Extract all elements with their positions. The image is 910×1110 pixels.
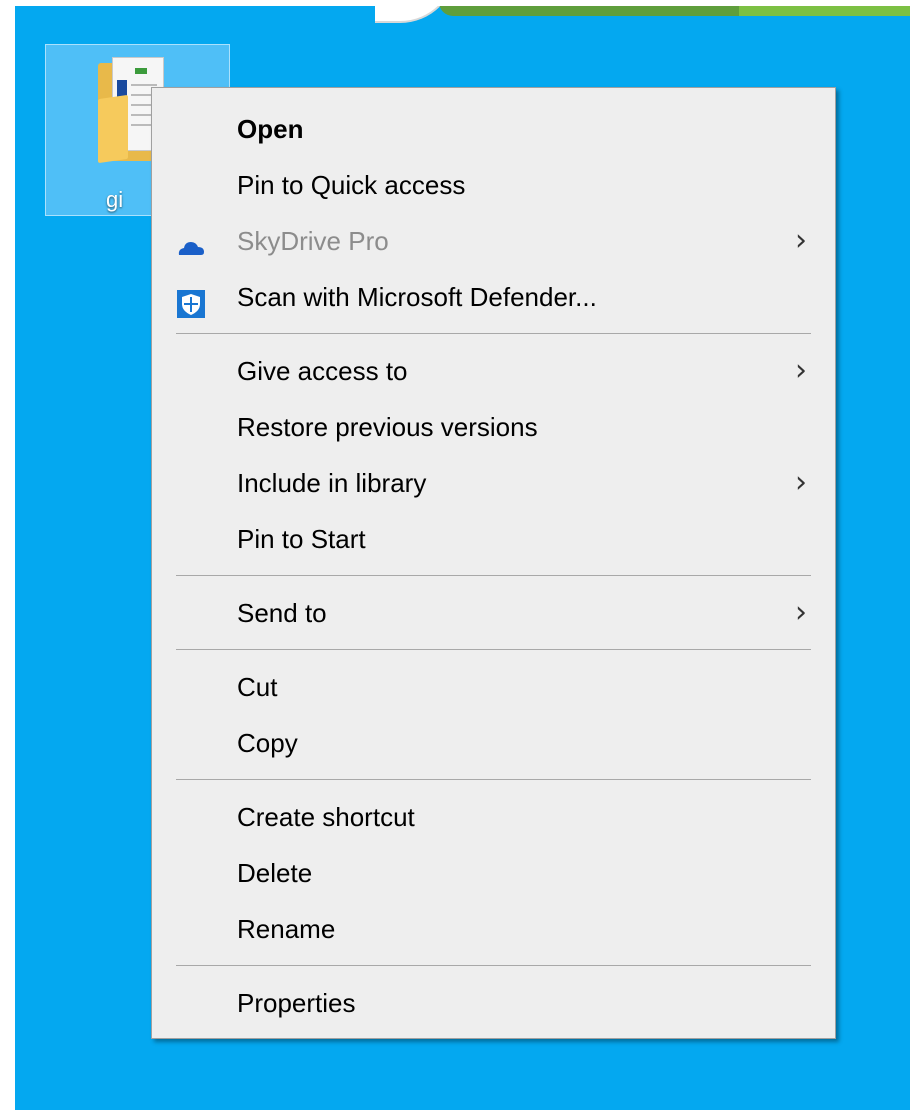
menu-separator (176, 649, 811, 650)
menu-separator (176, 965, 811, 966)
menu-item-label: Properties (237, 988, 356, 1018)
menu-separator (176, 779, 811, 780)
menu-item-label: Include in library (237, 468, 427, 498)
menu-item-label: Create shortcut (237, 802, 415, 832)
menu-item-label: Pin to Start (237, 524, 366, 554)
chevron-right-icon: › (795, 465, 807, 500)
menu-item-rename[interactable]: Rename (152, 901, 835, 957)
menu-item-label: Send to (237, 598, 327, 628)
menu-item-scan-defender[interactable]: Scan with Microsoft Defender... (152, 269, 835, 325)
menu-item-label: Rename (237, 914, 336, 944)
menu-item-pin-quick-access[interactable]: Pin to Quick access (152, 157, 835, 213)
menu-item-pin-start[interactable]: Pin to Start (152, 511, 835, 567)
folder-label: gi (106, 187, 124, 212)
menu-item-label: SkyDrive Pro (237, 226, 389, 256)
menu-item-label: Delete (237, 858, 313, 888)
wallpaper-accent (439, 6, 910, 16)
menu-item-give-access[interactable]: Give access to › (152, 343, 835, 399)
menu-item-cut[interactable]: Cut (152, 659, 835, 715)
menu-item-properties[interactable]: Properties (152, 975, 835, 1031)
menu-item-include-library[interactable]: Include in library › (152, 455, 835, 511)
chevron-right-icon: › (795, 595, 807, 630)
chevron-right-icon: › (795, 353, 807, 388)
menu-item-label: Copy (237, 728, 298, 758)
shield-icon (176, 282, 206, 318)
menu-item-label: Give access to (237, 356, 408, 386)
context-menu: Open Pin to Quick access SkyDrive Pro › … (151, 87, 836, 1039)
menu-item-open[interactable]: Open (152, 101, 835, 157)
menu-item-delete[interactable]: Delete (152, 845, 835, 901)
menu-item-copy[interactable]: Copy (152, 715, 835, 771)
menu-item-create-shortcut[interactable]: Create shortcut (152, 789, 835, 845)
menu-item-restore-versions[interactable]: Restore previous versions (152, 399, 835, 455)
menu-item-label: Restore previous versions (237, 412, 538, 442)
menu-separator (176, 575, 811, 576)
menu-item-label: Pin to Quick access (237, 170, 466, 200)
cloud-icon (176, 226, 206, 256)
menu-item-send-to[interactable]: Send to › (152, 585, 835, 641)
menu-item-label: Scan with Microsoft Defender... (237, 282, 597, 312)
menu-item-label: Open (237, 114, 304, 144)
menu-item-label: Cut (237, 672, 278, 702)
menu-separator (176, 333, 811, 334)
menu-item-skydrive-pro[interactable]: SkyDrive Pro › (152, 213, 835, 269)
chevron-right-icon: › (795, 223, 807, 258)
